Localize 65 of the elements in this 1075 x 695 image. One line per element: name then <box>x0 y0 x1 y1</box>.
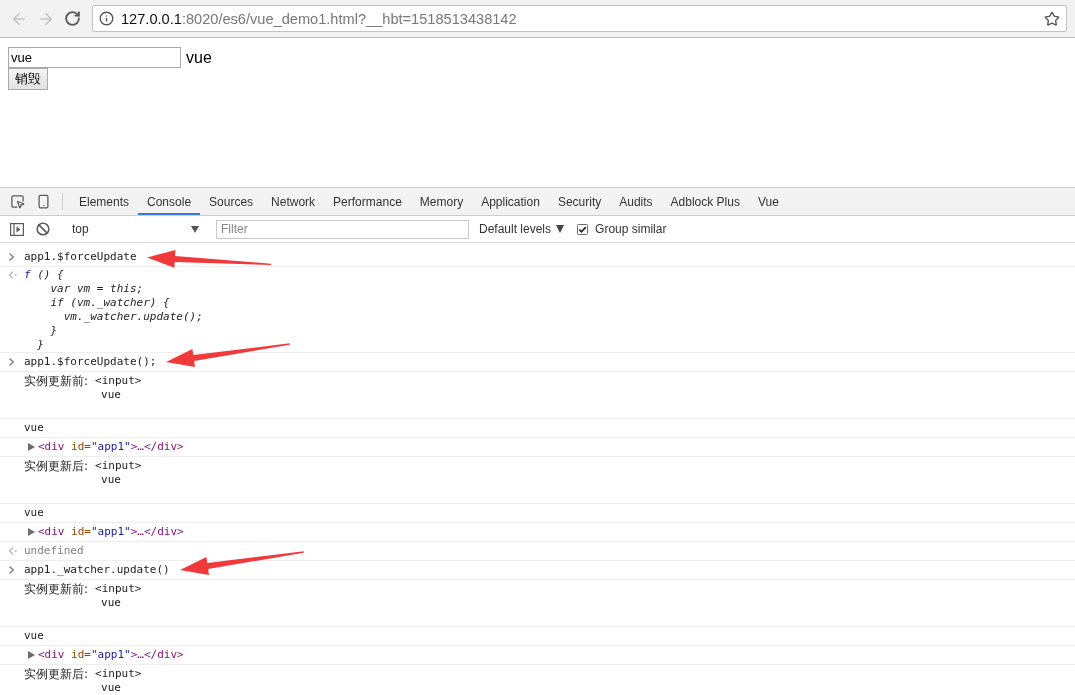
destroy-button[interactable]: 销毁 <box>8 68 48 90</box>
log-label: 实例更新后: <box>24 459 89 473</box>
result-text: undefined <box>24 544 84 558</box>
expand-triangle-icon[interactable] <box>28 443 35 451</box>
devtools-tab[interactable]: Memory <box>410 188 473 215</box>
reload-icon[interactable] <box>64 10 81 27</box>
result-chevron-icon <box>9 547 17 555</box>
clear-console-icon[interactable] <box>36 222 50 236</box>
group-similar-checkbox[interactable] <box>577 223 589 235</box>
function-source-line: vm._watcher.update(); <box>62 310 203 324</box>
function-source-line: } <box>49 324 59 338</box>
prompt-chevron-icon <box>9 566 14 574</box>
levels-dropdown[interactable]: Default levels <box>477 222 567 236</box>
device-toolbar-icon[interactable] <box>35 194 51 209</box>
filter-field[interactable]: Filter <box>216 219 469 239</box>
inspect-element-icon[interactable] <box>9 194 25 209</box>
sidebar-toggle-icon[interactable] <box>10 222 24 236</box>
prompt-chevron-icon <box>9 253 14 261</box>
console-command: app1._watcher.update() <box>24 563 170 576</box>
expand-triangle-icon[interactable] <box>28 651 35 659</box>
caret-icon <box>556 225 565 233</box>
text-input[interactable]: vue <box>8 47 181 68</box>
element-value-text: vue <box>101 681 121 695</box>
element-tag-text: <input> <box>95 582 142 596</box>
element-tag-text: <input> <box>95 374 142 388</box>
element-tag-text: <input> <box>95 667 142 681</box>
element-node-text[interactable]: <div id="app1">…</div> <box>38 440 184 454</box>
element-value-text: vue <box>101 596 121 610</box>
element-tag-text: <input> <box>95 459 142 473</box>
devtools-tab[interactable]: Security <box>548 188 611 215</box>
console-command: app1.$forceUpdate <box>24 250 137 263</box>
devtools-tab[interactable]: Elements <box>70 188 139 215</box>
function-source-line: var vm = this; <box>49 282 145 296</box>
info-icon[interactable] <box>99 11 114 26</box>
address-bar[interactable]: 127.0.0.1:8020/es6/vue_demo1.html?__hbt=1518513438142 <box>92 5 1067 32</box>
log-text: vue <box>24 506 44 520</box>
log-label: 实例更新前: <box>24 374 89 388</box>
element-value-text: vue <box>101 388 121 402</box>
devtools-tab[interactable]: Sources <box>200 188 263 215</box>
context-select[interactable]: top <box>68 218 205 240</box>
expand-triangle-icon[interactable] <box>28 528 35 536</box>
devtools-tab[interactable]: Performance <box>324 188 411 215</box>
function-source-line: } <box>36 338 45 352</box>
devtools-tab[interactable]: Vue <box>748 188 788 215</box>
element-node-text[interactable]: <div id="app1">…</div> <box>38 525 184 539</box>
devtools-tab[interactable]: Network <box>262 188 325 215</box>
log-text: vue <box>24 421 44 435</box>
log-label: 实例更新后: <box>24 667 89 681</box>
devtools-tab[interactable]: Audits <box>610 188 662 215</box>
caret-icon <box>191 225 199 233</box>
console-command: app1.$forceUpdate(); <box>24 355 157 368</box>
devtools-tab[interactable]: Application <box>472 188 549 215</box>
bookmark-star-icon[interactable] <box>1044 10 1060 27</box>
devtools-tab[interactable]: Adblock Plus <box>661 188 749 215</box>
group-similar-label[interactable]: Group similar <box>595 222 667 236</box>
prompt-chevron-icon <box>9 358 14 366</box>
log-label: 实例更新前: <box>24 582 89 596</box>
echo-text: vue <box>186 48 212 67</box>
url-text: 127.0.0.1:8020/es6/vue_demo1.html?__hbt=1518513438142 <box>121 10 518 27</box>
element-value-text: vue <box>101 473 121 487</box>
log-text: vue <box>24 629 44 643</box>
function-source-line: f () { <box>24 268 65 282</box>
result-chevron-icon <box>9 271 17 279</box>
function-source-line: if (vm._watcher) { <box>49 296 171 310</box>
element-node-text[interactable]: <div id="app1">…</div> <box>38 648 184 662</box>
